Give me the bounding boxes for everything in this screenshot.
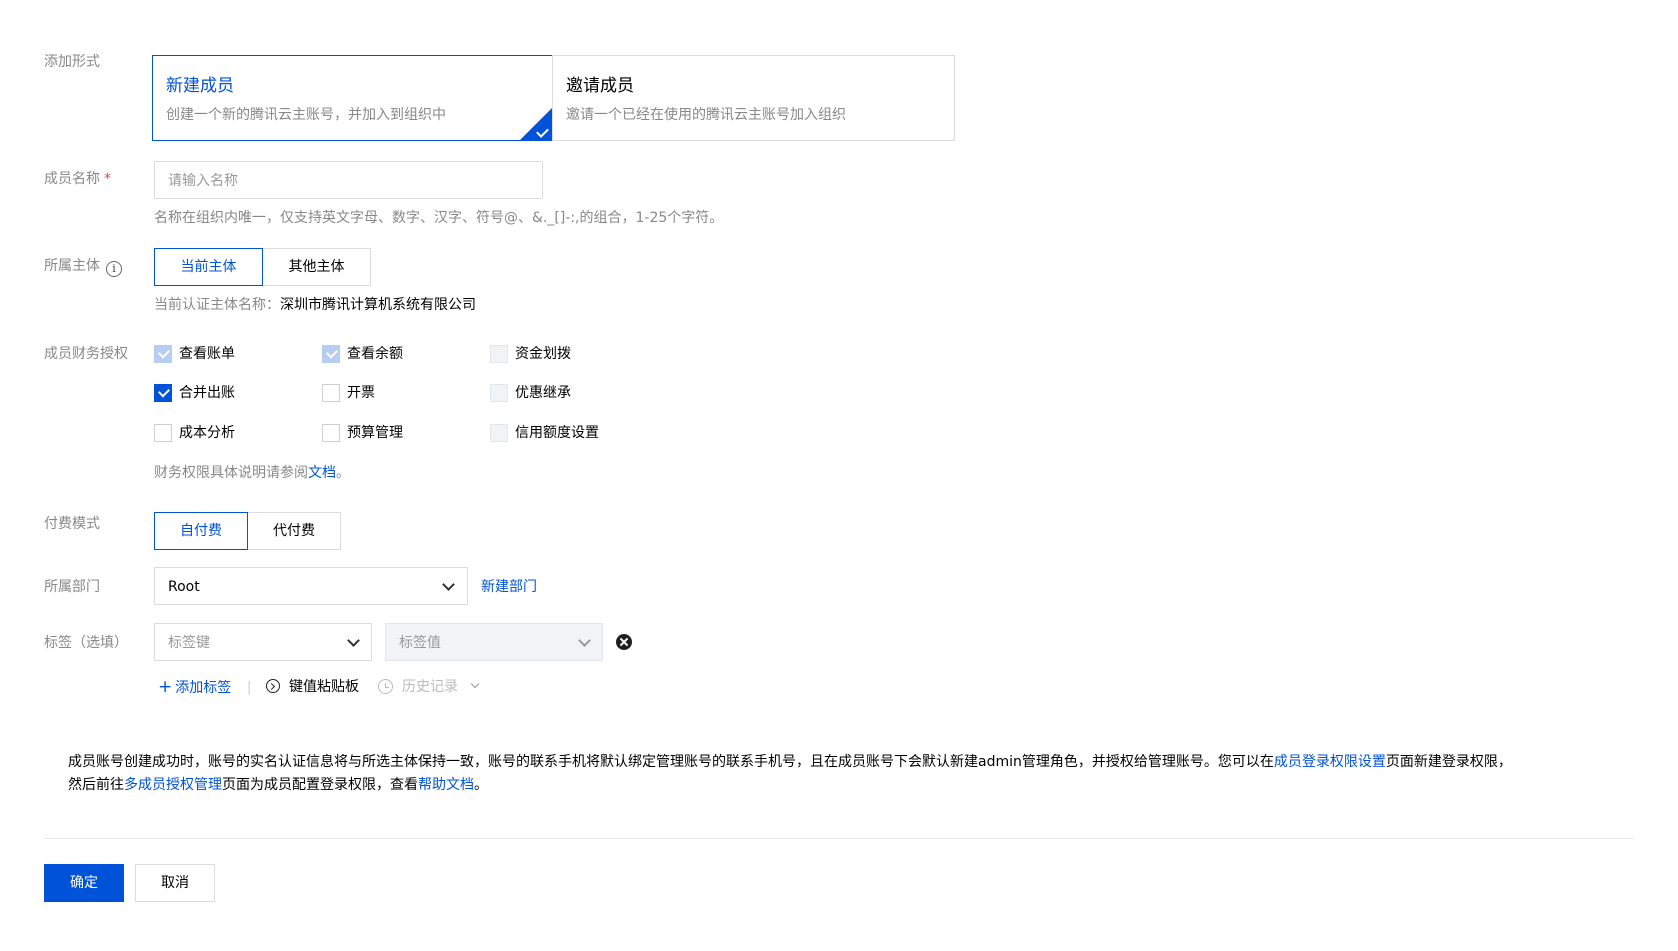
finance-hint: 财务权限具体说明请参阅文档。 (154, 463, 350, 483)
entity-segmented-control: 当前主体 其他主体 (154, 248, 371, 286)
checkbox (154, 345, 172, 363)
department-value: Root (168, 579, 200, 595)
payment-self-button[interactable]: 自付费 (154, 512, 248, 550)
entity-label-text: 所属主体 (44, 258, 100, 274)
checkbox-label: 查看账单 (179, 346, 235, 362)
option-invite-member-card[interactable]: 邀请成员 邀请一个已经在使用的腾讯云主账号加入组织 (552, 55, 955, 141)
member-name-input[interactable]: 请输入名称 (154, 161, 543, 199)
member-name-label: 成员名称 * (44, 169, 111, 189)
new-member-desc: 创建一个新的腾讯云主账号，并加入到组织中 (166, 107, 446, 123)
plus-icon: + (158, 677, 173, 697)
entity-cert-value: 深圳市腾讯计算机系统有限公司 (280, 297, 476, 313)
check-icon (157, 385, 171, 398)
finance-hint-suffix: 。 (336, 465, 350, 481)
chevron-down-icon (578, 634, 591, 647)
tag-toolbar-separator: | (247, 680, 252, 695)
option-new-member-card[interactable]: 新建成员 创建一个新的腾讯云主账号，并加入到组织中 (152, 55, 555, 141)
invite-member-title: 邀请成员 (566, 76, 634, 96)
entity-cert-line: 当前认证主体名称：深圳市腾讯计算机系统有限公司 (154, 295, 476, 315)
checkbox[interactable] (154, 424, 172, 442)
checkbox-label: 合并出账 (179, 385, 235, 401)
tag-value-select[interactable]: 标签值 (385, 623, 603, 661)
finance-label: 成员财务授权 (44, 346, 128, 362)
checkbox (322, 345, 340, 363)
payment-proxy-button[interactable]: 代付费 (247, 512, 341, 550)
notice-part1: 成员账号创建成功时，账号的实名认证信息将与所选主体保持一致，账号的联系手机将默认… (68, 754, 1274, 770)
member-name-label-text: 成员名称 (44, 171, 100, 187)
chevron-down-icon (470, 679, 480, 689)
tag-value-placeholder: 标签值 (399, 635, 441, 651)
add-form-label: 添加形式 (44, 54, 100, 70)
checkbox-label: 成本分析 (179, 425, 235, 441)
add-tag-button[interactable]: + 添加标签 (158, 677, 231, 698)
checkbox-label: 资金划拨 (515, 346, 571, 362)
multi-member-auth-link[interactable]: 多成员授权管理 (124, 777, 222, 793)
entity-label: 所属主体 i (44, 256, 122, 277)
notice-part5: 。 (474, 777, 488, 793)
entity-current-button[interactable]: 当前主体 (154, 248, 263, 286)
finance-doc-link[interactable]: 文档 (308, 465, 336, 481)
checkbox[interactable] (322, 384, 340, 402)
checkbox (490, 384, 508, 402)
clipboard-label: 键值粘贴板 (289, 679, 359, 695)
history-label: 历史记录 (402, 679, 458, 695)
department-label: 所属部门 (44, 579, 100, 595)
clipboard-button[interactable]: 键值粘贴板 (266, 677, 359, 697)
member-login-permission-link[interactable]: 成员登录权限设置 (1274, 754, 1386, 770)
checkbox-label: 查看余额 (347, 346, 403, 362)
member-name-hint: 名称在组织内唯一，仅支持英文字母、数字、汉字、符号@、&._[]-:,的组合，1… (154, 210, 724, 226)
history-icon-hands (385, 683, 389, 688)
notice-part2: 页面新建登录权限， (1385, 754, 1512, 770)
remove-tag-icon[interactable] (616, 634, 632, 650)
tags-label: 标签（选填） (44, 635, 128, 651)
payment-label: 付费模式 (44, 516, 100, 532)
notice-part3: 然后前往 (68, 777, 124, 793)
add-tag-label: 添加标签 (175, 680, 232, 696)
finance-hint-text: 财务权限具体说明请参阅 (154, 465, 308, 481)
checkbox (490, 424, 508, 442)
history-button[interactable]: 历史记录 (378, 677, 480, 697)
help-doc-link[interactable]: 帮助文档 (418, 777, 474, 793)
new-department-link[interactable]: 新建部门 (481, 577, 537, 597)
department-select[interactable]: Root (154, 567, 468, 605)
invite-member-desc: 邀请一个已经在使用的腾讯云主账号加入组织 (566, 107, 846, 123)
check-icon (325, 346, 339, 359)
check-icon (157, 346, 171, 359)
checkbox[interactable] (154, 384, 172, 402)
notice-part4: 页面为成员配置登录权限，查看 (222, 777, 418, 793)
footer-divider (44, 838, 1634, 839)
entity-other-button[interactable]: 其他主体 (262, 248, 371, 286)
tag-key-select[interactable]: 标签键 (154, 623, 372, 661)
checkbox-label: 预算管理 (347, 425, 403, 441)
checkbox-label: 开票 (347, 385, 375, 401)
entity-cert-label: 当前认证主体名称： (154, 297, 280, 313)
chevron-down-icon (442, 578, 455, 591)
notice-text: 成员账号创建成功时，账号的实名认证信息将与所选主体保持一致，账号的联系手机将默认… (68, 751, 1628, 797)
new-member-title: 新建成员 (166, 76, 234, 96)
checkbox-label: 优惠继承 (515, 385, 571, 401)
selected-corner-icon (520, 106, 554, 140)
checkbox-label: 信用额度设置 (515, 425, 599, 441)
confirm-button[interactable]: 确定 (44, 864, 124, 902)
payment-segmented-control: 自付费 代付费 (154, 512, 341, 550)
chevron-down-icon (347, 634, 360, 647)
info-icon[interactable]: i (106, 261, 122, 277)
checkbox (490, 345, 508, 363)
checkbox[interactable] (322, 424, 340, 442)
tag-key-placeholder: 标签键 (168, 635, 210, 651)
cancel-button[interactable]: 取消 (135, 864, 215, 902)
member-name-placeholder: 请输入名称 (168, 173, 238, 189)
required-mark: * (104, 171, 111, 187)
